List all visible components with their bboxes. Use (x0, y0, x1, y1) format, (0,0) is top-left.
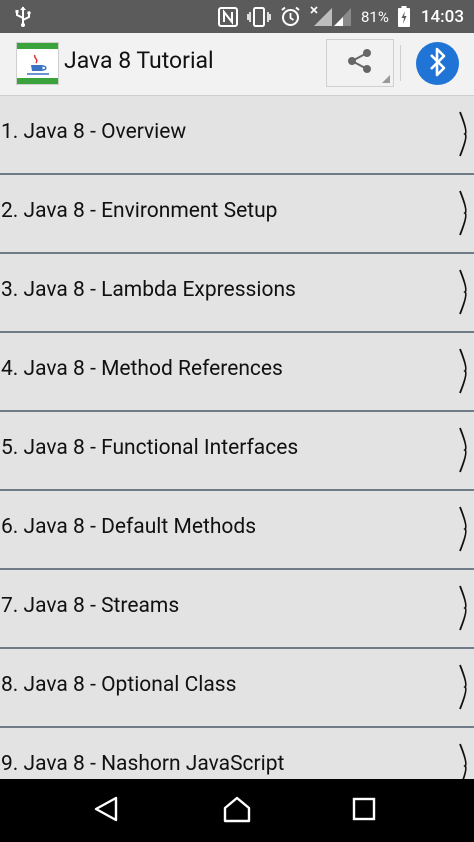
list-item-label: 9. Java 8 - Nashorn JavaScript (1, 752, 285, 776)
signal-icon (310, 6, 352, 27)
home-icon (222, 795, 252, 827)
list-item[interactable]: 6. Java 8 - Default Methods (0, 491, 474, 570)
battery-percent: 81% (361, 7, 389, 26)
share-button[interactable] (326, 39, 394, 87)
list-item[interactable]: 3. Java 8 - Lambda Expressions (0, 254, 474, 333)
chevron-right-icon (458, 426, 470, 478)
share-icon (346, 47, 374, 79)
list-item[interactable]: 1. Java 8 - Overview (0, 96, 474, 175)
nfc-icon (218, 6, 238, 27)
vibrate-icon (247, 6, 271, 27)
list-item[interactable]: 9. Java 8 - Nashorn JavaScript (0, 728, 474, 779)
chevron-right-icon (458, 663, 470, 715)
clock: 14:03 (420, 6, 464, 27)
battery-icon (397, 6, 410, 27)
back-button[interactable] (90, 795, 122, 827)
toolbar-separator (400, 45, 401, 81)
recents-button[interactable] (348, 795, 380, 827)
list-item-label: 6. Java 8 - Default Methods (1, 515, 257, 539)
list-item-label: 5. Java 8 - Functional Interfaces (1, 436, 299, 460)
status-bar: 81% 14:03 (0, 0, 474, 33)
app-bar: Java 8 Tutorial (0, 33, 474, 96)
list-item[interactable]: 5. Java 8 - Functional Interfaces (0, 412, 474, 491)
back-icon (93, 795, 119, 827)
list-item-label: 2. Java 8 - Environment Setup (1, 199, 278, 223)
chevron-right-icon (458, 189, 470, 241)
bluetooth-icon (428, 47, 448, 81)
list-item[interactable]: 2. Java 8 - Environment Setup (0, 175, 474, 254)
alarm-icon (280, 6, 301, 27)
chevron-right-icon (458, 742, 470, 779)
list-item-label: 4. Java 8 - Method References (1, 357, 283, 381)
list-item-label: 1. Java 8 - Overview (1, 120, 187, 144)
navigation-bar (0, 779, 474, 842)
app-logo (16, 42, 59, 85)
recents-icon (352, 797, 376, 825)
tutorial-list: 1. Java 8 - Overview 2. Java 8 - Environ… (0, 96, 474, 779)
usb-icon (14, 6, 32, 27)
bluetooth-button[interactable] (416, 42, 459, 85)
list-item[interactable]: 7. Java 8 - Streams (0, 570, 474, 649)
list-item-label: 7. Java 8 - Streams (1, 594, 180, 618)
chevron-right-icon (458, 505, 470, 557)
home-button[interactable] (221, 795, 253, 827)
chevron-right-icon (458, 268, 470, 320)
chevron-right-icon (458, 347, 470, 399)
chevron-right-icon (458, 110, 470, 162)
list-item-label: 3. Java 8 - Lambda Expressions (1, 278, 296, 302)
list-item-label: 8. Java 8 - Optional Class (1, 673, 237, 697)
list-item[interactable]: 8. Java 8 - Optional Class (0, 649, 474, 728)
app-title: Java 8 Tutorial (64, 47, 214, 74)
list-item[interactable]: 4. Java 8 - Method References (0, 333, 474, 412)
chevron-right-icon (458, 584, 470, 636)
